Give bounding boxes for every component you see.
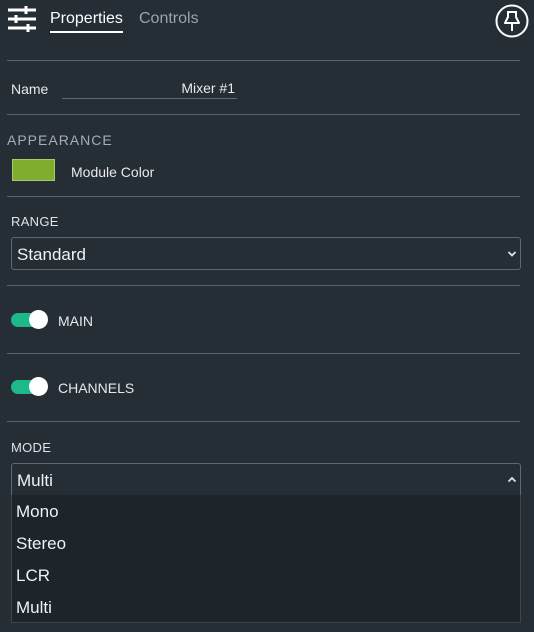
toggle-knob xyxy=(29,377,48,396)
panel-header: Properties Controls xyxy=(0,0,534,42)
tab-controls[interactable]: Controls xyxy=(139,10,199,28)
divider xyxy=(7,196,520,197)
mode-option-mono[interactable]: Mono xyxy=(16,502,59,522)
divider xyxy=(7,114,520,115)
range-select[interactable]: Standard xyxy=(11,237,521,270)
sliders-icon[interactable] xyxy=(6,5,38,33)
mode-title: MODE xyxy=(11,440,52,455)
tab-properties[interactable]: Properties xyxy=(50,10,123,33)
name-input[interactable]: Mixer #1 xyxy=(62,77,237,99)
range-title: RANGE xyxy=(11,214,59,229)
divider xyxy=(7,353,520,354)
main-toggle-label: MAIN xyxy=(58,313,93,329)
divider xyxy=(7,421,520,422)
main-toggle[interactable] xyxy=(11,310,48,330)
name-label: Name xyxy=(11,81,49,97)
divider xyxy=(7,60,520,61)
chevron-up-icon xyxy=(507,476,517,483)
mode-select[interactable]: Multi xyxy=(11,463,521,496)
chevron-down-icon xyxy=(507,251,517,257)
mode-dropdown-list: Mono Stereo LCR Multi xyxy=(11,495,521,623)
divider xyxy=(7,285,520,286)
appearance-title: APPEARANCE xyxy=(7,132,113,148)
mode-option-stereo[interactable]: Stereo xyxy=(16,534,66,554)
channels-toggle[interactable] xyxy=(11,377,48,397)
module-color-label: Module Color xyxy=(71,164,155,180)
range-selected-value: Standard xyxy=(17,245,86,264)
toggle-knob xyxy=(29,310,48,329)
name-value: Mixer #1 xyxy=(181,80,235,96)
mode-option-multi[interactable]: Multi xyxy=(16,598,52,618)
mode-selected-value: Multi xyxy=(17,471,53,490)
channels-toggle-label: CHANNELS xyxy=(58,380,135,396)
module-color-swatch[interactable] xyxy=(12,159,55,181)
pin-icon[interactable] xyxy=(495,4,529,38)
mode-option-lcr[interactable]: LCR xyxy=(16,566,50,586)
